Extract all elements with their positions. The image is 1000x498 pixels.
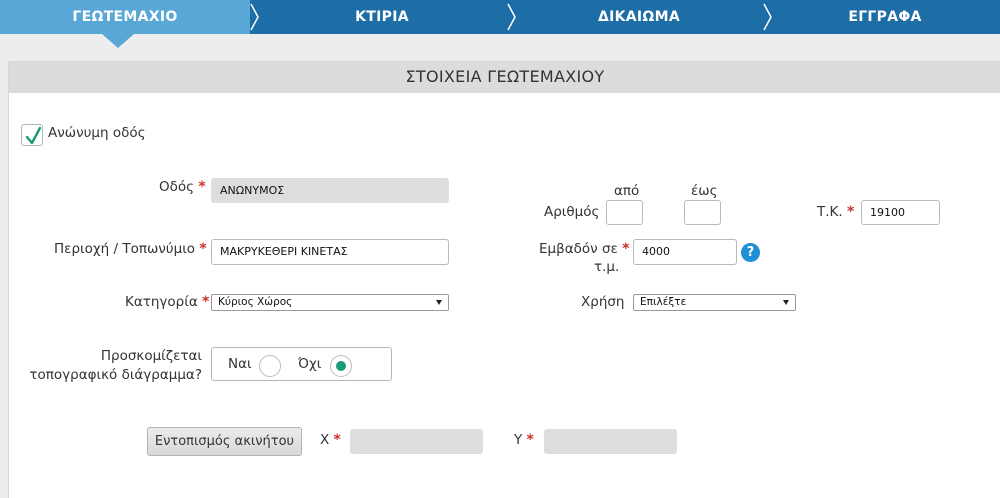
radio-selected-dot bbox=[336, 361, 346, 371]
topographic-no-radio[interactable] bbox=[330, 355, 352, 377]
section-title: ΣΤΟΙΧΕΙΑ ΓΕΩΤΕΜΑΧΙΟΥ bbox=[9, 61, 1000, 93]
active-tab-pointer bbox=[102, 34, 134, 48]
chevron-right-icon bbox=[250, 3, 260, 31]
y-coordinate-field[interactable] bbox=[544, 429, 677, 454]
topographic-yes-label: Ναι bbox=[228, 356, 252, 372]
surface-field[interactable]: 4000 bbox=[633, 239, 737, 265]
surface-label: Εμβαδόν σε * bbox=[539, 241, 630, 257]
postal-code-field[interactable]: 19100 bbox=[861, 200, 940, 225]
usage-value: Επιλέξτε bbox=[640, 296, 687, 308]
topographic-no-label: Όχι bbox=[298, 356, 322, 372]
number-to-label: έως bbox=[691, 183, 718, 199]
tab-bar: ΓΕΩΤΕΜΑΧΙΟ ΚΤΙΡΙΑ ΔΙΚΑΙΩΜΑ ΕΓΓΡΑΦΑ bbox=[0, 0, 1000, 34]
caret-down-icon bbox=[436, 300, 442, 305]
page: ΓΕΩΤΕΜΑΧΙΟ ΚΤΙΡΙΑ ΔΙΚΑΙΩΜΑ ΕΓΓΡΑΦΑ ΣΤΟΙΧ… bbox=[0, 0, 1000, 498]
help-icon[interactable]: ? bbox=[741, 243, 760, 262]
number-from-field[interactable] bbox=[606, 200, 643, 225]
category-value: Κύριος Χώρος bbox=[218, 296, 293, 308]
topographic-label-line2: τοπογραφικό διάγραμμα? bbox=[29, 367, 202, 383]
tab-eggrafa[interactable]: ΕΓΓΡΑΦΑ bbox=[770, 0, 1000, 34]
number-to-field[interactable] bbox=[684, 200, 721, 225]
tab-dikaioma[interactable]: ΔΙΚΑΙΩΜΑ bbox=[514, 0, 764, 34]
usage-label: Χρήση bbox=[581, 294, 625, 310]
anonymous-street-checkbox[interactable] bbox=[21, 124, 43, 146]
postal-code-label: Τ.Κ. * bbox=[817, 204, 855, 220]
number-from-label: από bbox=[614, 183, 640, 199]
area-field[interactable]: ΜΑΚΡΥΚΕΘΕΡΙ ΚΙΝΕΤΑΣ bbox=[211, 239, 449, 265]
area-label: Περιοχή / Τοπωνύμιο * bbox=[54, 241, 207, 257]
checkmark-icon bbox=[25, 126, 42, 145]
locate-property-button[interactable]: Εντοπισμός ακινήτου bbox=[147, 427, 302, 456]
usage-select[interactable]: Επιλέξτε bbox=[633, 294, 796, 311]
x-coordinate-field[interactable] bbox=[350, 429, 483, 454]
x-coordinate-label: X * bbox=[320, 432, 341, 448]
number-label: Αριθμός bbox=[544, 204, 600, 220]
category-select[interactable]: Κύριος Χώρος bbox=[211, 294, 449, 311]
tab-geotemaxio[interactable]: ΓΕΩΤΕΜΑΧΙΟ bbox=[0, 0, 250, 34]
chevron-right-icon bbox=[507, 3, 517, 31]
topographic-label-line1: Προσκομίζεται bbox=[100, 348, 202, 364]
topographic-yes-radio[interactable] bbox=[259, 355, 281, 377]
street-field[interactable]: ΑΝΩΝΥΜΟΣ bbox=[211, 178, 449, 203]
tab-ktiria[interactable]: ΚΤΙΡΙΑ bbox=[256, 0, 508, 34]
anonymous-street-label: Ανώνυμη οδός bbox=[48, 125, 146, 141]
y-coordinate-label: Y * bbox=[514, 432, 534, 448]
category-label: Κατηγορία * bbox=[125, 294, 210, 310]
surface-label-unit: τ.μ. bbox=[594, 259, 620, 275]
caret-down-icon bbox=[783, 300, 789, 305]
chevron-right-icon bbox=[763, 3, 773, 31]
street-label: Οδός * bbox=[159, 179, 206, 195]
